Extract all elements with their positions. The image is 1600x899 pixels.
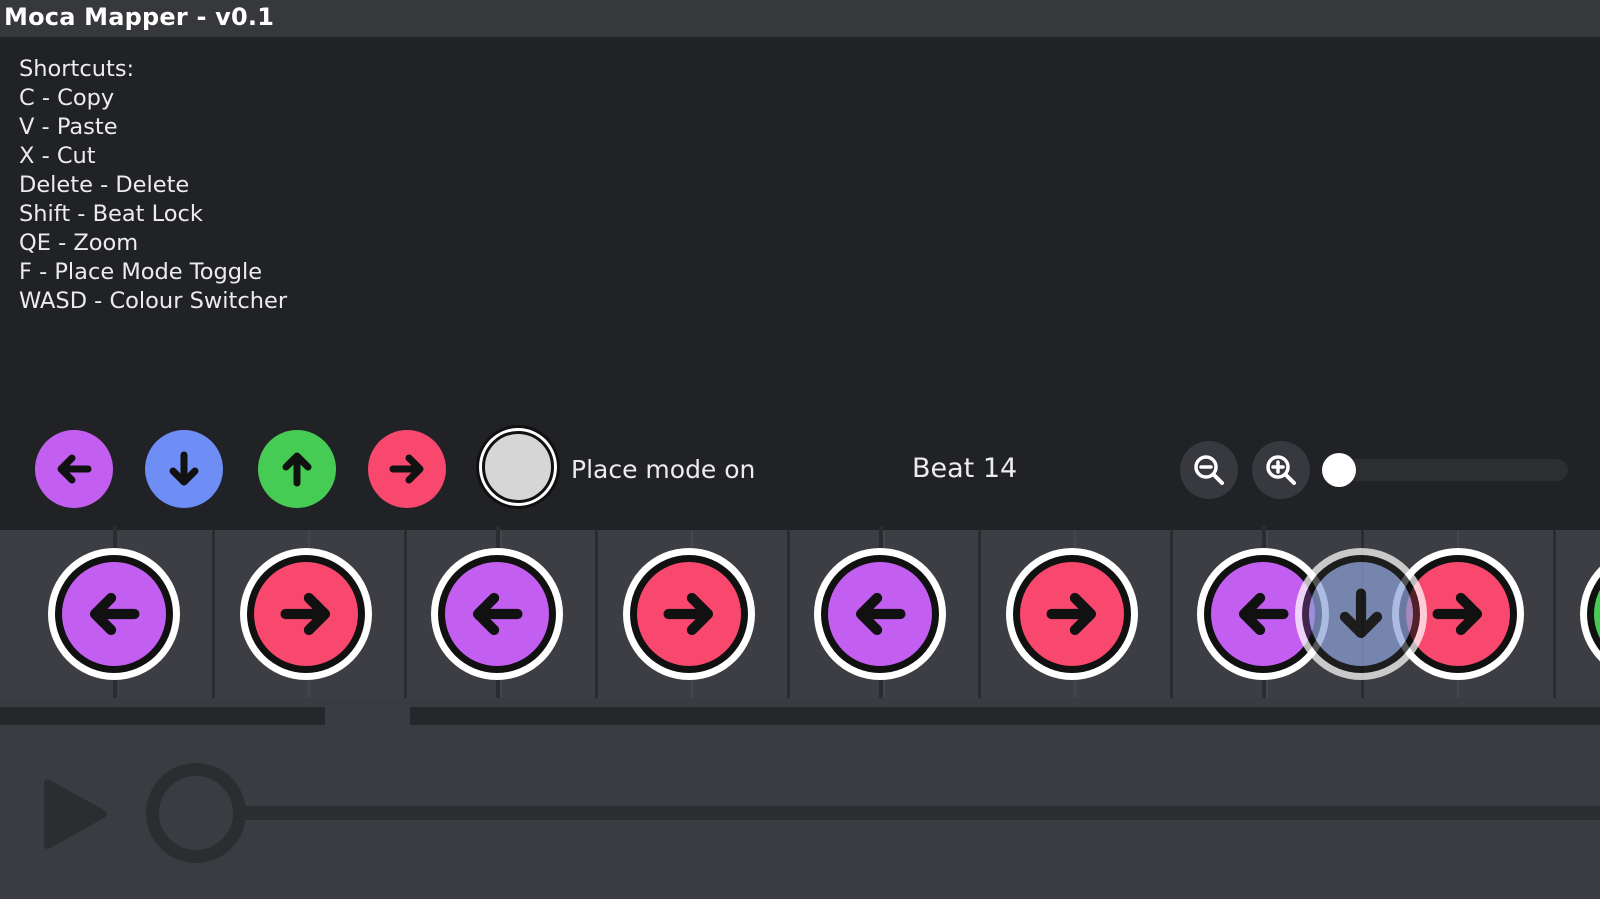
zoom-in-button[interactable] — [1252, 441, 1310, 499]
note-core — [254, 562, 358, 666]
timeline-note-right[interactable] — [623, 548, 755, 680]
shortcut-item: Delete - Delete — [19, 172, 190, 198]
beat-divider — [595, 530, 598, 698]
arrow-left-icon — [855, 592, 906, 636]
arrow-right-icon — [389, 454, 424, 484]
beat-divider — [787, 530, 790, 698]
note-cursor-preview[interactable] — [1295, 548, 1427, 680]
note-outline — [1013, 555, 1131, 673]
beat-divider — [978, 530, 981, 698]
app-window: Moca Mapper - v0.1 Shortcuts: C - Copy V… — [0, 0, 1600, 899]
shortcuts-panel: Shortcuts: C - Copy V - Paste X - Cut De… — [19, 55, 287, 316]
arrow-right-icon — [1432, 592, 1483, 636]
note-core — [1594, 562, 1600, 666]
timeline-scrollbar-segment[interactable] — [0, 707, 325, 725]
note-outline — [247, 555, 365, 673]
color-button-green-up[interactable] — [258, 430, 336, 508]
note-core — [1020, 562, 1124, 666]
timeline-note-left[interactable] — [431, 548, 563, 680]
arrow-right-icon — [280, 592, 331, 636]
timeline-note-left[interactable] — [814, 548, 946, 680]
beat-divider — [1553, 530, 1556, 698]
beat-divider — [212, 530, 215, 698]
arrow-left-icon — [472, 592, 523, 636]
arrow-down-icon — [1339, 588, 1383, 639]
zoom-out-button[interactable] — [1180, 441, 1238, 499]
shortcuts-heading: Shortcuts: — [19, 56, 135, 82]
shortcut-item: Shift - Beat Lock — [19, 201, 203, 227]
arrow-up-icon — [282, 452, 312, 487]
seek-thumb[interactable] — [146, 763, 246, 863]
zoom-slider[interactable] — [1322, 453, 1568, 487]
shortcut-item: F - Place Mode Toggle — [19, 259, 263, 285]
timeline-note-right[interactable] — [240, 548, 372, 680]
title-bar: Moca Mapper - v0.1 — [0, 0, 1600, 37]
timeline-scrollbar-segment[interactable] — [410, 707, 1600, 725]
zoom-in-icon — [1266, 455, 1296, 485]
shortcut-item: WASD - Colour Switcher — [19, 288, 288, 314]
note-core — [1309, 562, 1413, 666]
place-mode-label: Place mode on — [571, 455, 756, 484]
shortcut-item: V - Paste — [19, 114, 118, 140]
arrow-left-icon — [1238, 592, 1289, 636]
shortcut-item: C - Copy — [19, 85, 115, 111]
arrow-down-icon — [169, 451, 199, 486]
note-outline — [55, 555, 173, 673]
color-button-purple-left[interactable] — [35, 430, 113, 508]
beat-divider — [404, 530, 407, 698]
color-button-blue-down[interactable] — [145, 430, 223, 508]
shortcut-item: QE - Zoom — [19, 230, 139, 256]
note-outline — [821, 555, 939, 673]
arrow-right-icon — [1046, 592, 1097, 636]
beat-counter: Beat 14 — [912, 453, 1018, 484]
play-icon[interactable] — [42, 774, 110, 854]
note-core — [637, 562, 741, 666]
note-outline — [630, 555, 748, 673]
note-outline — [438, 555, 556, 673]
note-core — [445, 562, 549, 666]
zoom-out-icon — [1194, 455, 1224, 485]
note-core — [62, 562, 166, 666]
note-core — [828, 562, 932, 666]
beat-divider — [1170, 530, 1173, 698]
arrow-left-icon — [57, 454, 92, 484]
shortcut-item: X - Cut — [19, 143, 96, 169]
timeline-note-right[interactable] — [1006, 548, 1138, 680]
place-mode-toggle[interactable] — [482, 431, 554, 503]
timeline-note-left[interactable] — [48, 548, 180, 680]
arrow-right-icon — [663, 592, 714, 636]
seek-bar[interactable] — [240, 806, 1600, 820]
note-outline — [1302, 555, 1420, 673]
color-button-red-right[interactable] — [368, 430, 446, 508]
app-title: Moca Mapper - v0.1 — [4, 3, 275, 31]
arrow-left-icon — [89, 592, 140, 636]
